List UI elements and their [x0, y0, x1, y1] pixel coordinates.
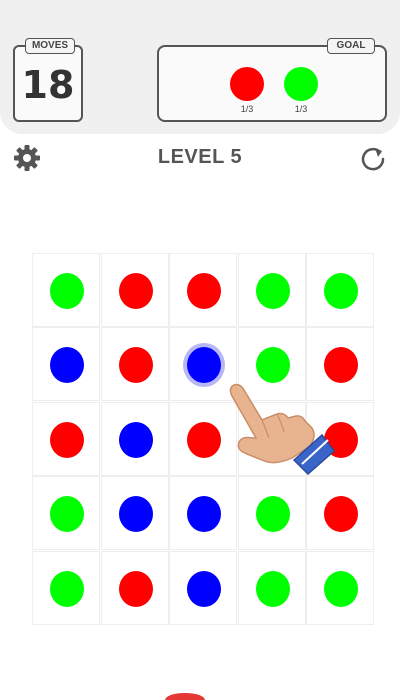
board-cell[interactable]: [306, 550, 375, 625]
red-dot[interactable]: [324, 347, 359, 384]
level-title: LEVEL 5: [157, 146, 243, 168]
goal-dot-red: [230, 67, 264, 101]
gear-icon[interactable]: [13, 144, 41, 172]
moves-counter: MOVES 18: [13, 38, 83, 122]
game-board: [32, 253, 375, 625]
board-cell[interactable]: [32, 253, 100, 327]
blue-dot[interactable]: [187, 347, 222, 384]
green-dot[interactable]: [255, 570, 290, 607]
board-cell[interactable]: [169, 401, 238, 476]
red-dot[interactable]: [187, 421, 222, 458]
blue-dot[interactable]: [118, 496, 153, 533]
red-dot[interactable]: [187, 273, 222, 309]
board-cell[interactable]: [306, 401, 375, 476]
blue-dot[interactable]: [255, 421, 290, 458]
bottom-red-dot: [165, 693, 205, 700]
green-dot[interactable]: [50, 496, 84, 533]
red-dot[interactable]: [324, 421, 359, 458]
red-dot[interactable]: [324, 496, 359, 533]
goal-label: GOAL: [327, 38, 375, 54]
board-cell[interactable]: [237, 253, 306, 327]
goal-count-green: 1/3: [294, 104, 308, 114]
blue-dot[interactable]: [118, 421, 153, 458]
board-cell[interactable]: [169, 253, 238, 327]
board-cell[interactable]: [100, 401, 169, 476]
green-dot[interactable]: [324, 570, 359, 607]
board-cell[interactable]: [237, 327, 306, 402]
red-dot[interactable]: [118, 273, 153, 309]
board-cell[interactable]: [237, 476, 306, 551]
goal-item-red: 1/3: [227, 67, 267, 114]
board-cell[interactable]: [100, 253, 169, 327]
blue-dot[interactable]: [187, 496, 222, 533]
goal-item-green: 1/3: [281, 67, 321, 114]
board-cell[interactable]: [32, 476, 100, 551]
red-dot[interactable]: [50, 421, 84, 458]
board-cell[interactable]: [100, 550, 169, 625]
board-cell[interactable]: [32, 327, 100, 402]
board-cell[interactable]: [306, 253, 375, 327]
restart-icon[interactable]: [358, 144, 388, 174]
green-dot[interactable]: [255, 273, 290, 309]
header-panel: MOVES 18 GOAL 1/3 1/3: [0, 0, 400, 134]
blue-dot[interactable]: [187, 570, 222, 607]
board-cell[interactable]: [100, 327, 169, 402]
moves-label: MOVES: [25, 38, 75, 54]
board-cell[interactable]: [32, 550, 100, 625]
board-cell[interactable]: [306, 327, 375, 402]
board-cell[interactable]: [306, 476, 375, 551]
blue-dot[interactable]: [50, 347, 84, 384]
board-cell[interactable]: [100, 476, 169, 551]
red-dot[interactable]: [118, 347, 153, 384]
green-dot[interactable]: [50, 273, 84, 309]
board-cell[interactable]: [237, 550, 306, 625]
goal-panel: GOAL 1/3 1/3: [157, 38, 387, 122]
green-dot[interactable]: [324, 273, 359, 309]
board-cell[interactable]: [32, 401, 100, 476]
moves-value: 18: [21, 63, 75, 107]
goal-dot-green: [284, 67, 318, 101]
green-dot[interactable]: [50, 570, 84, 607]
game-screen: MOVES 18 GOAL 1/3 1/3 LEVEL 5: [0, 0, 400, 700]
board-cell[interactable]: [237, 401, 306, 476]
green-dot[interactable]: [255, 347, 290, 384]
board-cell[interactable]: [169, 550, 238, 625]
board-cell[interactable]: [169, 476, 238, 551]
board-cell[interactable]: [169, 327, 238, 402]
red-dot[interactable]: [118, 570, 153, 607]
goal-count-red: 1/3: [240, 104, 254, 114]
green-dot[interactable]: [255, 496, 290, 533]
